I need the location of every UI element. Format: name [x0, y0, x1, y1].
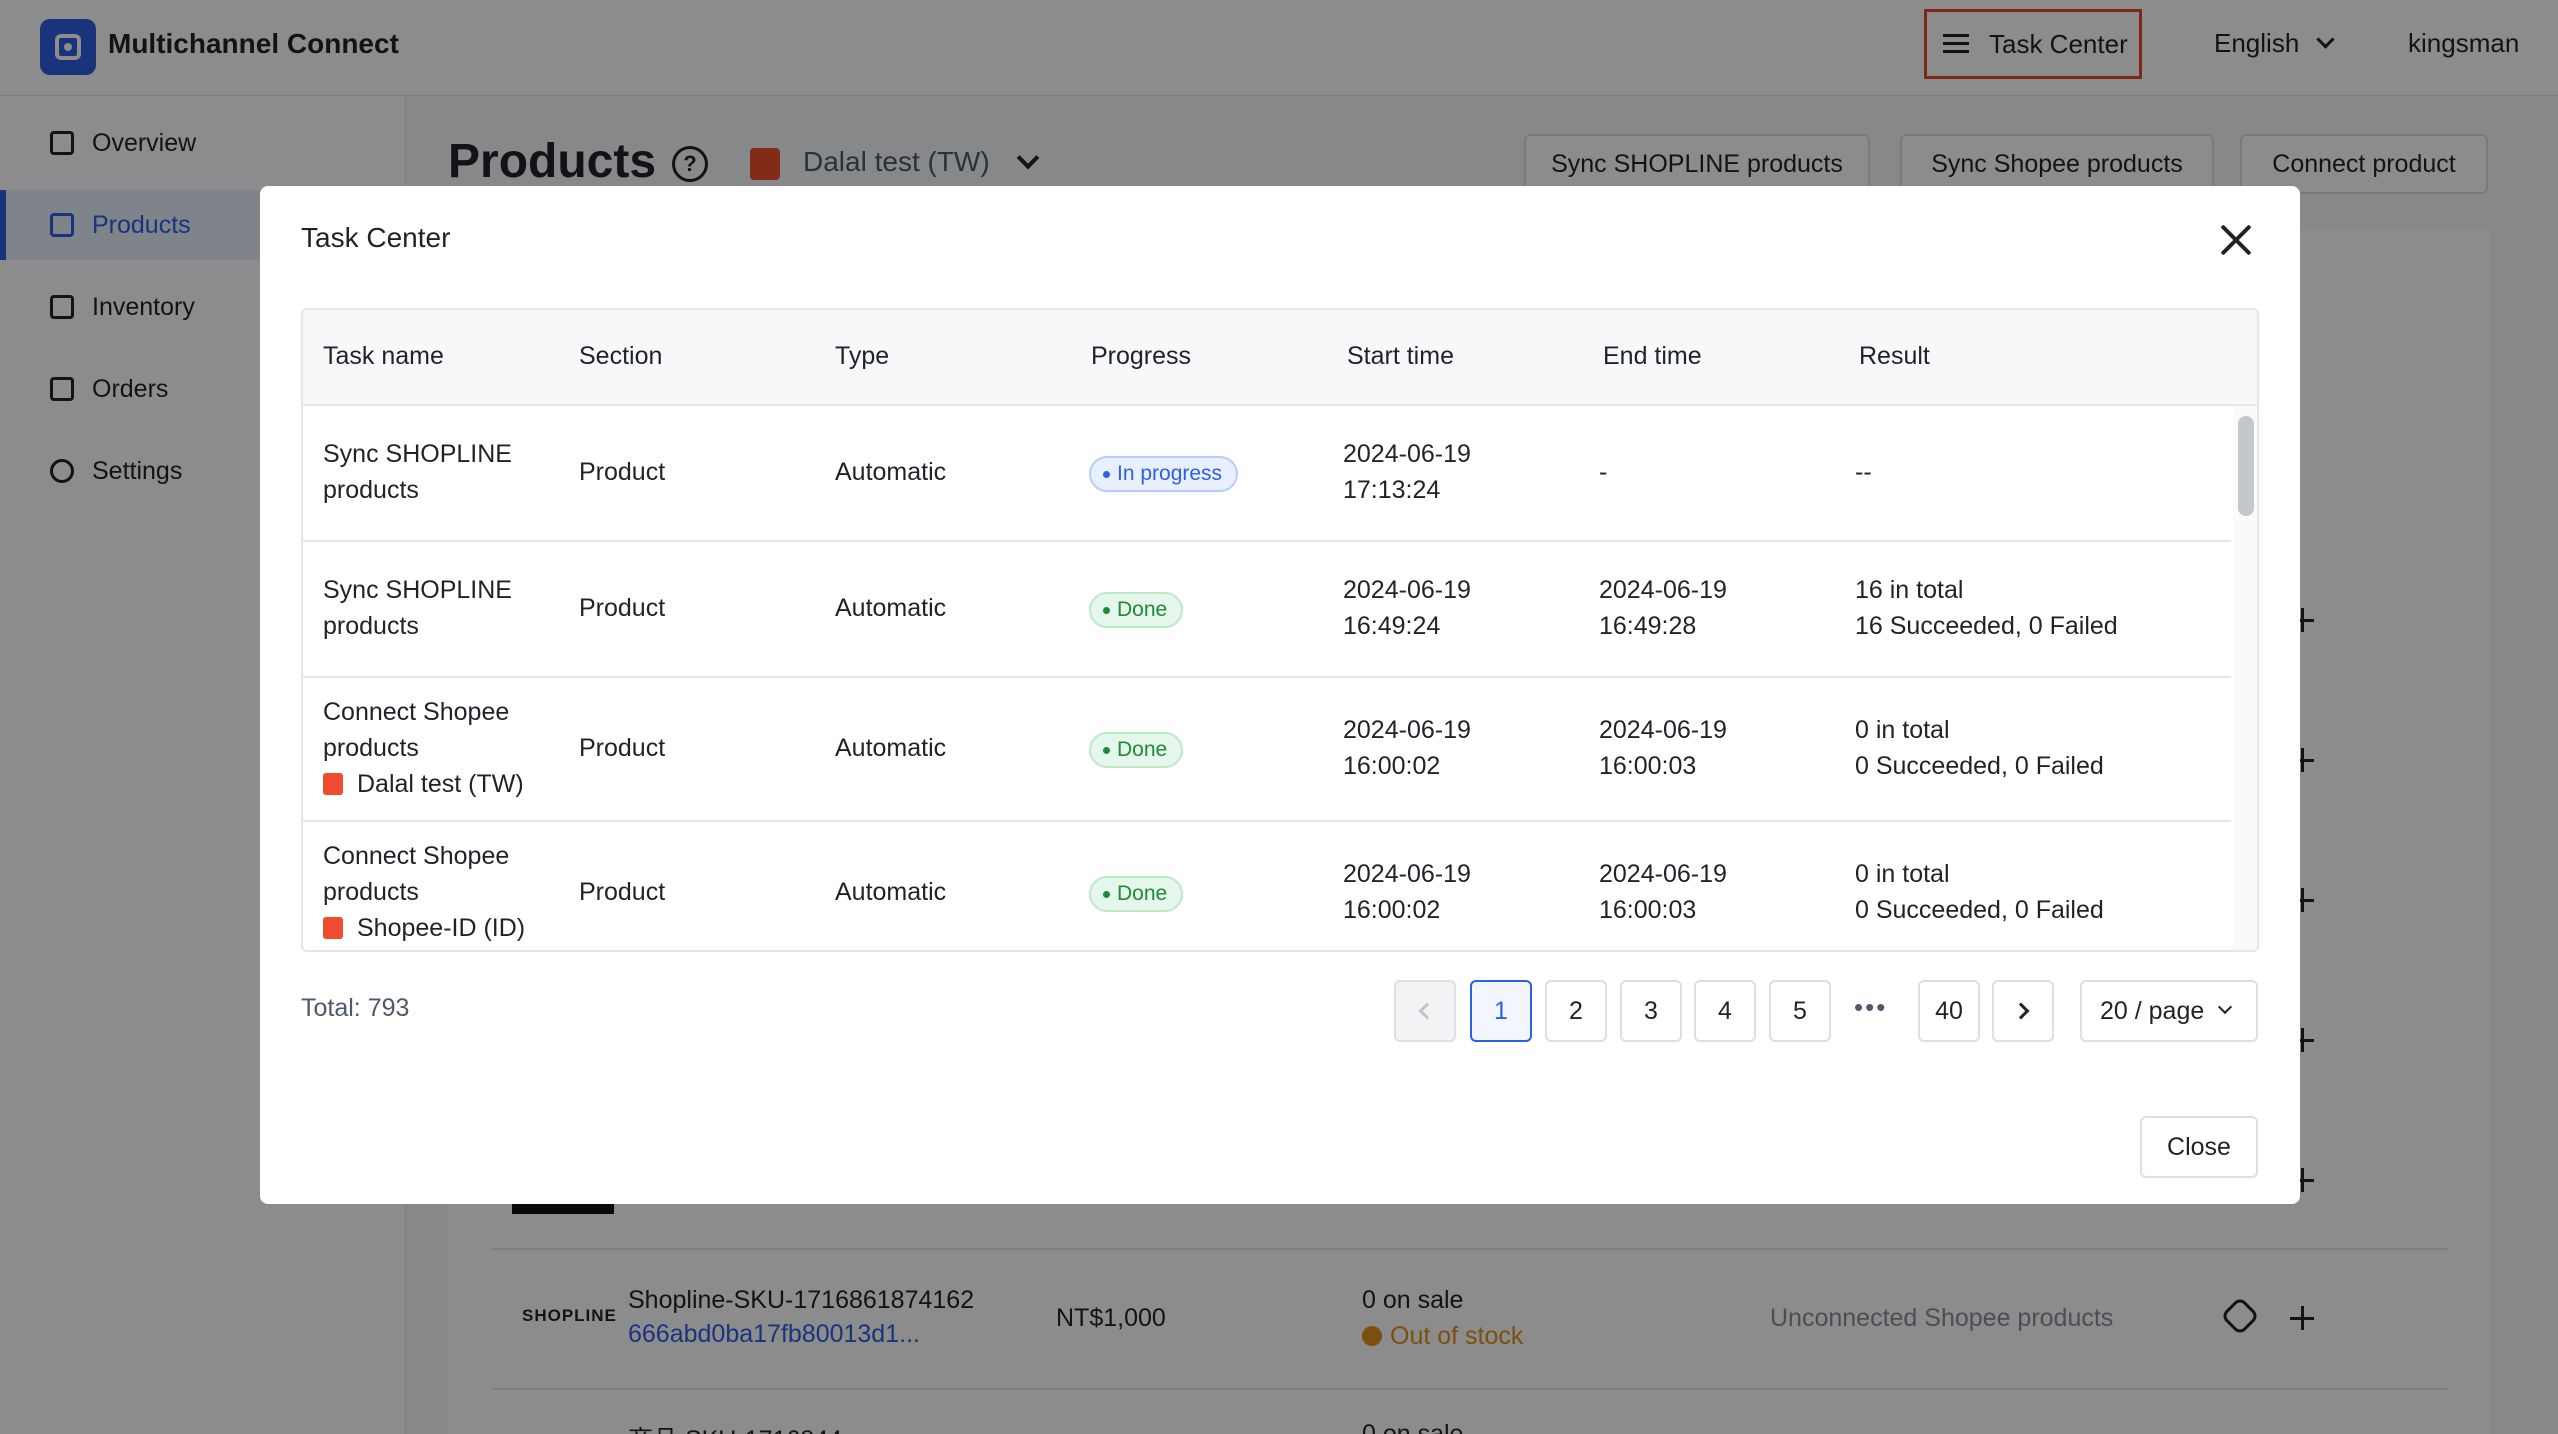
section-cell: Product: [579, 458, 666, 486]
table-header: Task name Section Type Progress Start ti…: [303, 310, 2257, 406]
table-row: Connect Shopee products Shopee-ID (ID) Pro…: [303, 822, 2231, 950]
page-button[interactable]: 1: [1470, 980, 1532, 1042]
task-name: Sync SHOPLINE products: [323, 576, 512, 640]
page-size-label: 20 / page: [2100, 996, 2205, 1025]
column-header: Type: [835, 342, 890, 370]
column-header: Task name: [323, 342, 444, 370]
page-button[interactable]: 4: [1694, 980, 1756, 1042]
task-name: Connect Shopee products Shopee-ID (ID): [323, 842, 526, 942]
result-cell: 0 in total 0 Succeeded, 0 Failed: [1855, 860, 2104, 924]
page-button[interactable]: 40: [1918, 980, 1980, 1042]
column-header: Section: [579, 342, 663, 370]
section-cell: Product: [579, 878, 666, 906]
page-button[interactable]: 3: [1620, 980, 1682, 1042]
chevron-left-icon: [1418, 1002, 1436, 1020]
task-table: Task name Section Type Progress Start ti…: [301, 308, 2259, 952]
column-header: End time: [1603, 342, 1702, 370]
status-badge: Done: [1089, 732, 1184, 768]
total-count: Total: 793: [301, 994, 410, 1022]
page-button[interactable]: 2: [1545, 980, 1607, 1042]
table-row: Connect Shopee products Dalal test (TW) Pr…: [303, 678, 2231, 822]
page-size-select[interactable]: 20 / page: [2080, 980, 2258, 1042]
shopee-bag-icon: [323, 773, 343, 795]
next-page-button[interactable]: [1992, 980, 2054, 1042]
status-badge: Done: [1089, 592, 1184, 628]
prev-page-button[interactable]: [1394, 980, 1456, 1042]
task-name: Connect Shopee products Dalal test (TW): [323, 698, 524, 798]
end-time: 2024-06-19 16:00:03: [1599, 860, 1727, 924]
section-cell: Product: [579, 734, 666, 762]
table-row: Sync SHOPLINE products Product Automatic …: [303, 406, 2231, 542]
type-cell: Automatic: [835, 734, 947, 762]
type-cell: Automatic: [835, 594, 947, 622]
shopee-bag-icon: [323, 917, 343, 939]
start-time: 2024-06-19 16:49:24: [1343, 576, 1471, 640]
end-time: 2024-06-19 16:49:28: [1599, 576, 1727, 640]
start-time: 2024-06-19 17:13:24: [1343, 440, 1471, 504]
result-cell: 16 in total 16 Succeeded, 0 Failed: [1855, 576, 2118, 640]
dialog-title: Task Center: [301, 222, 451, 253]
task-name: Sync SHOPLINE products: [323, 440, 512, 504]
chevron-down-icon: [2218, 999, 2233, 1015]
end-time: 2024-06-19 16:00:03: [1599, 716, 1727, 780]
column-header: Start time: [1347, 342, 1454, 370]
close-icon[interactable]: [2216, 220, 2256, 260]
start-time: 2024-06-19 16:00:02: [1343, 860, 1471, 924]
pagination-ellipsis[interactable]: •••: [1854, 992, 1887, 1023]
page-button[interactable]: 5: [1769, 980, 1831, 1042]
section-cell: Product: [579, 594, 666, 622]
table-row: Sync SHOPLINE products Product Automatic …: [303, 542, 2231, 678]
type-cell: Automatic: [835, 878, 947, 906]
start-time: 2024-06-19 16:00:02: [1343, 716, 1471, 780]
type-cell: Automatic: [835, 458, 947, 486]
chevron-right-icon: [2012, 1002, 2030, 1020]
column-header: Result: [1859, 342, 1930, 370]
task-center-dialog: Task Center Task name Section Type Progr…: [260, 186, 2300, 1204]
column-header: Progress: [1091, 342, 1192, 370]
result-cell: --: [1855, 458, 1872, 486]
scrollbar-thumb[interactable]: [2238, 416, 2254, 516]
end-time: -: [1599, 458, 1608, 486]
result-cell: 0 in total 0 Succeeded, 0 Failed: [1855, 716, 2104, 780]
close-button[interactable]: Close: [2140, 1116, 2258, 1178]
status-badge: In progress: [1089, 456, 1239, 492]
status-badge: Done: [1089, 876, 1184, 912]
